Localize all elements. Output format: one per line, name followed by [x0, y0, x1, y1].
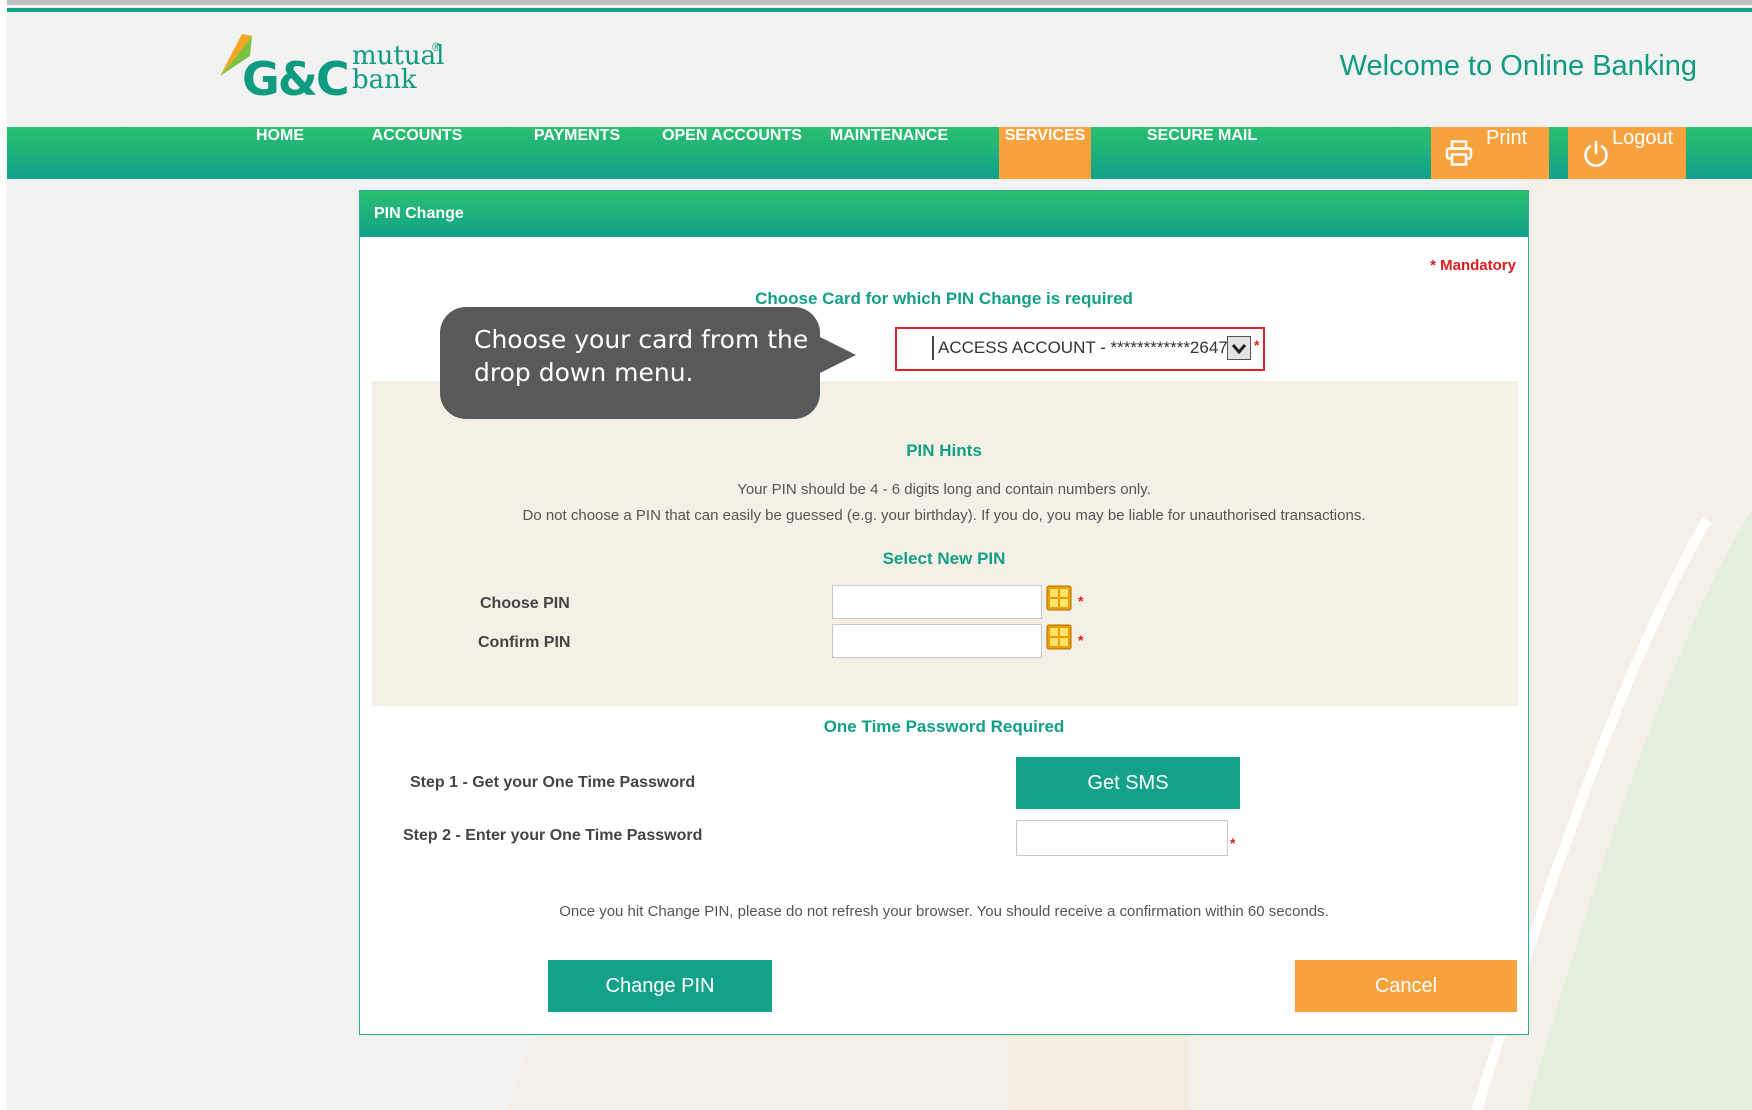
top-accent-line: [7, 8, 1752, 12]
choose-pin-label: Choose PIN: [480, 595, 570, 612]
change-pin-button[interactable]: Change PIN: [548, 960, 772, 1012]
pin-hint-guess: Do not choose a PIN that can easily be g…: [522, 507, 1366, 524]
otp-input[interactable]: [1016, 820, 1228, 856]
logo-registered-mark: ®: [432, 40, 441, 54]
logout-button[interactable]: Logout: [1568, 127, 1686, 179]
nav-services[interactable]: SERVICES: [999, 127, 1091, 179]
keypad-icon[interactable]: [1046, 585, 1072, 611]
print-label: Print: [1486, 127, 1528, 149]
keypad-icon[interactable]: [1046, 624, 1072, 650]
welcome-heading: Welcome to Online Banking: [1339, 50, 1697, 82]
logout-label: Logout: [1612, 127, 1674, 149]
step1-label: Step 1 - Get your One Time Password: [410, 774, 696, 791]
logo-primary-text: G&C: [242, 52, 350, 106]
card-select-arrow[interactable]: [1227, 336, 1251, 360]
required-mark: *: [1254, 337, 1260, 353]
chevron-down-icon: [1231, 344, 1247, 355]
nav-maintenance[interactable]: MAINTENANCE: [819, 127, 959, 179]
required-mark: *: [1230, 835, 1236, 851]
nav-payments[interactable]: PAYMENTS: [512, 127, 642, 179]
required-mark: *: [1078, 632, 1084, 648]
browser-page: G&C mutual ® bank Welcome to Online Bank…: [7, 0, 1752, 1110]
power-icon: [1584, 140, 1608, 167]
required-mark: *: [1078, 593, 1084, 609]
choose-pin-input[interactable]: [832, 585, 1042, 619]
nav-secure-mail[interactable]: SECURE MAIL: [1127, 127, 1277, 179]
instruction-callout: Choose your card from the drop down menu…: [440, 307, 820, 419]
print-button[interactable]: Print: [1431, 127, 1549, 179]
card-select-highlight: ACCESS ACCOUNT - ************2647 *: [895, 327, 1265, 371]
main-navigation: HOME ACCOUNTS PAYMENTS OPEN ACCOUNTS MAI…: [7, 127, 1752, 179]
nav-home[interactable]: HOME: [220, 127, 340, 179]
otp-title: One Time Password Required: [823, 717, 1065, 736]
pin-change-panel: PIN Change * Mandatory Choose Card for w…: [359, 190, 1529, 1035]
pin-hint-length: Your PIN should be 4 - 6 digits long and…: [737, 481, 1151, 498]
mandatory-note: * Mandatory: [1430, 257, 1516, 274]
cancel-button[interactable]: Cancel: [1295, 960, 1517, 1012]
pin-hints-title: PIN Hints: [906, 441, 982, 460]
confirm-pin-input[interactable]: [832, 624, 1042, 658]
bank-logo[interactable]: G&C mutual ® bank: [212, 32, 452, 106]
nav-accounts[interactable]: ACCOUNTS: [352, 127, 482, 179]
callout-pointer: [820, 337, 856, 373]
step2-label: Step 2 - Enter your One Time Password: [403, 827, 703, 844]
confirm-pin-label: Confirm PIN: [478, 634, 571, 651]
card-section-title: Choose Card for which PIN Change is requ…: [755, 289, 1133, 308]
nav-open-accounts[interactable]: OPEN ACCOUNTS: [657, 127, 807, 179]
logo-word-bank: bank: [352, 65, 417, 95]
refresh-notice: Once you hit Change PIN, please do not r…: [559, 903, 1329, 920]
top-border: [7, 0, 1752, 5]
printer-icon: [1445, 140, 1473, 166]
card-select[interactable]: ACCESS ACCOUNT - ************2647: [932, 336, 1250, 360]
select-pin-title: Select New PIN: [882, 549, 1006, 568]
get-sms-button[interactable]: Get SMS: [1016, 757, 1240, 809]
panel-title: PIN Change: [360, 191, 1528, 237]
